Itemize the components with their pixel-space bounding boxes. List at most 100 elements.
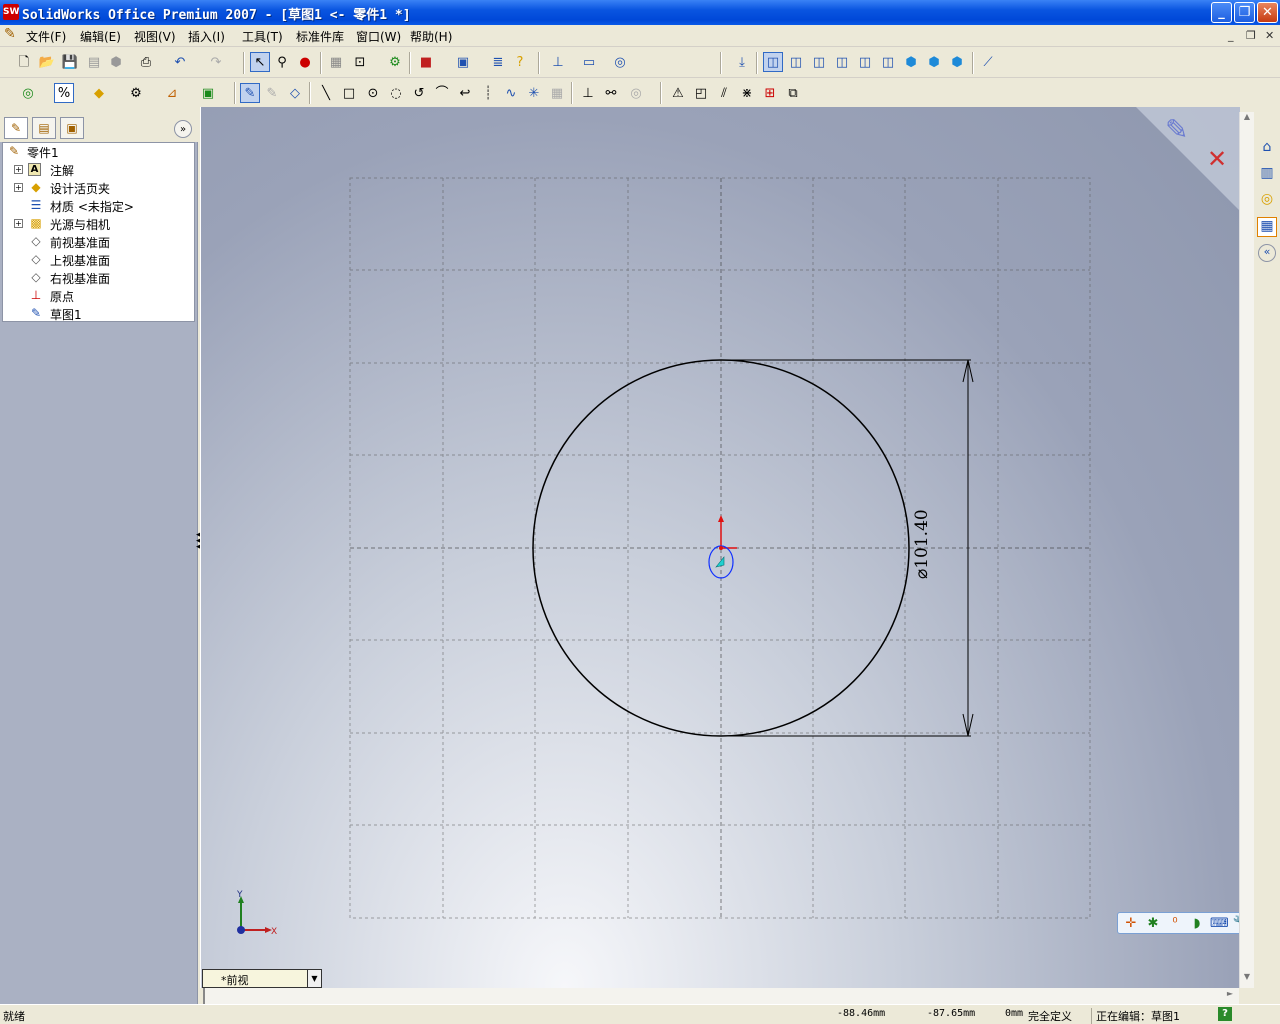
- top-view-icon[interactable]: ◫: [855, 52, 875, 72]
- feature-tree-tab[interactable]: ✎: [4, 117, 28, 139]
- tangent-arc-icon[interactable]: ↺: [409, 83, 429, 103]
- back-view-icon[interactable]: ◫: [786, 52, 806, 72]
- tree-item-lights-cameras[interactable]: + ▩ 光源与相机: [3, 214, 198, 232]
- tree-item-origin[interactable]: ⊥ 原点: [3, 286, 198, 304]
- menu-window[interactable]: 窗口(W): [356, 28, 401, 45]
- move-icon[interactable]: ✛: [1122, 915, 1140, 933]
- view-orientation-icon[interactable]: ◎: [18, 83, 38, 103]
- tree-item-annotations[interactable]: + A 注解: [3, 160, 198, 178]
- tree-item-design-binder[interactable]: + ◆ 设计活页夹: [3, 178, 198, 196]
- bottom-view-icon[interactable]: ◫: [878, 52, 898, 72]
- collapse-panel-icon[interactable]: »: [174, 120, 192, 138]
- view-selector[interactable]: *前视 ▼: [202, 969, 322, 988]
- motion-icon[interactable]: ⊥: [548, 52, 568, 72]
- grid-icon[interactable]: ▦: [326, 52, 346, 72]
- window-layout-icon[interactable]: ▣: [453, 52, 473, 72]
- convert-entities-icon[interactable]: ⫽: [714, 83, 734, 103]
- tree-item-sketch1[interactable]: ✎ 草图1: [3, 304, 198, 322]
- 3d-sketch-icon[interactable]: ✎: [262, 83, 282, 103]
- file-explorer-icon[interactable]: ◎: [1257, 191, 1277, 211]
- construction-geometry-icon[interactable]: ▦: [547, 83, 567, 103]
- apply-scene-icon[interactable]: ▣: [198, 83, 218, 103]
- normal-to-icon[interactable]: ⤓: [732, 52, 752, 72]
- box-icon[interactable]: ■: [416, 52, 436, 72]
- display-style-icon[interactable]: %: [54, 83, 74, 103]
- part-doc-icon[interactable]: ✎: [4, 26, 16, 42]
- help-icon[interactable]: ?: [510, 52, 530, 72]
- point-icon[interactable]: ✳: [524, 83, 544, 103]
- left-view-icon[interactable]: ◫: [809, 52, 829, 72]
- offset-entities-icon[interactable]: ◰: [691, 83, 711, 103]
- menu-standard-library[interactable]: 标准件库: [296, 28, 344, 45]
- expand-icon[interactable]: +: [14, 219, 23, 228]
- centerpoint-arc-icon[interactable]: ◌: [386, 83, 406, 103]
- scroll-down-icon[interactable]: ▼: [1240, 972, 1254, 987]
- doc-close-button[interactable]: ✕: [1265, 29, 1274, 42]
- tree-item-right-plane[interactable]: ◇ 右视基准面: [3, 268, 198, 286]
- edit-appearance-icon[interactable]: ⚙: [126, 83, 146, 103]
- chevron-down-icon[interactable]: ▼: [307, 970, 321, 987]
- close-button[interactable]: ✕: [1257, 2, 1278, 23]
- status-help-icon[interactable]: ?: [1218, 1007, 1232, 1021]
- select-filter-icon[interactable]: ⚲: [272, 52, 292, 72]
- configuration-manager-tab[interactable]: ▣: [60, 117, 84, 139]
- tree-item-material[interactable]: ☰ 材质 <未指定>: [3, 196, 198, 214]
- snapshot-icon[interactable]: ⊡: [350, 52, 370, 72]
- dimension-label[interactable]: ⌀101.40: [912, 509, 932, 579]
- trim-entities-icon[interactable]: ⋇: [737, 83, 757, 103]
- new-document-icon[interactable]: 🗋: [14, 52, 34, 72]
- front-view-icon[interactable]: ◫: [763, 52, 783, 72]
- expand-icon[interactable]: +: [14, 165, 23, 174]
- menu-file[interactable]: 文件(F): [26, 28, 66, 45]
- spline-icon[interactable]: ∿: [501, 83, 521, 103]
- rotate-icon[interactable]: ◗: [1188, 915, 1206, 933]
- mirror-icon[interactable]: ⚠: [668, 83, 688, 103]
- tree-item-front-plane[interactable]: ◇ 前视基准面: [3, 232, 198, 250]
- open-icon[interactable]: 📂: [37, 52, 57, 72]
- dimetric-view-icon[interactable]: ⬢: [947, 52, 967, 72]
- expand-task-pane-icon[interactable]: «: [1258, 244, 1276, 262]
- menu-edit[interactable]: 编辑(E): [80, 28, 121, 45]
- hide-show-icon[interactable]: ◆: [89, 83, 109, 103]
- sketch-canvas[interactable]: ⌀101.40 Y X: [201, 107, 1240, 988]
- cancel-sketch-icon[interactable]: ✕: [1207, 145, 1231, 173]
- print-icon[interactable]: ⎙: [136, 52, 156, 72]
- home-icon[interactable]: ⌂: [1257, 139, 1277, 159]
- doc-minimize-button[interactable]: _: [1228, 29, 1234, 42]
- animation-icon[interactable]: ▭: [579, 52, 599, 72]
- menu-view[interactable]: 视图(V): [134, 28, 176, 45]
- view-palette-icon[interactable]: ▦: [1257, 217, 1277, 237]
- expand-icon[interactable]: +: [14, 183, 23, 192]
- scroll-left-handle[interactable]: [203, 988, 207, 1004]
- options-icon[interactable]: ⚙: [385, 52, 405, 72]
- tree-item-top-plane[interactable]: ◇ 上视基准面: [3, 250, 198, 268]
- vertical-scrollbar[interactable]: ▲ ▼: [1239, 112, 1254, 988]
- centerline-icon[interactable]: ┊: [478, 83, 498, 103]
- solidworks-app-icon[interactable]: SW: [3, 4, 19, 20]
- save-icon[interactable]: 💾: [60, 52, 80, 72]
- properties-icon[interactable]: ≣: [488, 52, 508, 72]
- add-relation-icon[interactable]: ⊥: [578, 83, 598, 103]
- move-entities-icon[interactable]: ⧉: [783, 83, 803, 103]
- maximize-button[interactable]: ❐: [1234, 2, 1255, 23]
- minimize-button[interactable]: _: [1211, 2, 1232, 23]
- sketch-fillet-icon[interactable]: ↩: [455, 83, 475, 103]
- section-view-icon[interactable]: ⊿: [162, 83, 182, 103]
- right-view-icon[interactable]: ◫: [832, 52, 852, 72]
- undo-icon[interactable]: ↶: [170, 52, 190, 72]
- menu-help[interactable]: 帮助(H): [410, 28, 452, 45]
- repair-sketch-icon[interactable]: ◎: [626, 83, 646, 103]
- graphics-area[interactable]: ⌀101.40 Y X ✎ ✕: [200, 107, 1240, 988]
- rectangle-icon[interactable]: □: [339, 83, 359, 103]
- menu-insert[interactable]: 插入(I): [188, 28, 225, 45]
- exit-sketch-icon[interactable]: ✎: [1165, 113, 1205, 153]
- display-relations-icon[interactable]: ⚯: [601, 83, 621, 103]
- line-icon[interactable]: ╲: [316, 83, 336, 103]
- smart-dimension-icon[interactable]: ◇: [285, 83, 305, 103]
- scroll-right-icon[interactable]: ►: [1223, 989, 1237, 1003]
- doc-restore-button[interactable]: ❐: [1246, 29, 1256, 42]
- 3-point-arc-icon[interactable]: ⌒: [432, 83, 452, 103]
- select-icon[interactable]: ↖: [250, 52, 270, 72]
- simulation-icon[interactable]: ◎: [610, 52, 630, 72]
- circle-icon[interactable]: ⊙: [363, 83, 383, 103]
